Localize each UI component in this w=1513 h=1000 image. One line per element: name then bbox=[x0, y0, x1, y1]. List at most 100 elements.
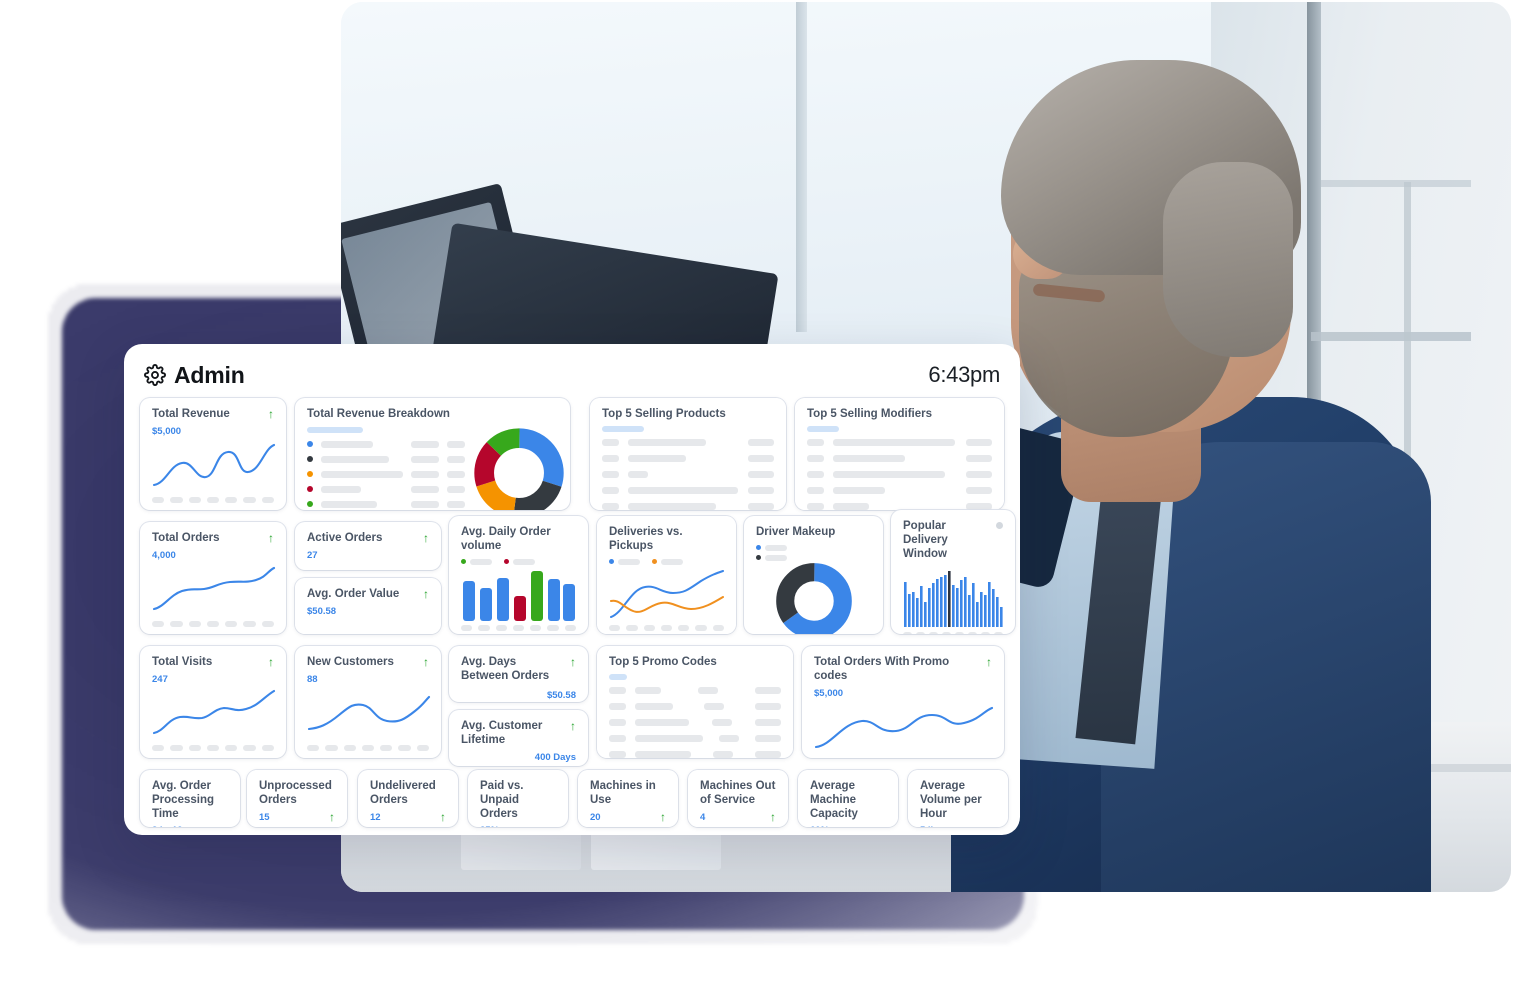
trend-up-icon: ↑ bbox=[880, 824, 886, 827]
card-avg-order-value[interactable]: Avg. Order Value ↑ $50.58 bbox=[295, 578, 441, 634]
card-title: Avg. Order Processing Time bbox=[152, 780, 214, 820]
subtitle-placeholder bbox=[602, 425, 644, 432]
list-item bbox=[807, 438, 992, 446]
card-value: 4 bbox=[700, 811, 706, 823]
card-unprocessed-orders[interactable]: Unprocessed Orders 15 ↑ bbox=[247, 770, 347, 827]
card-title: Driver Makeup bbox=[756, 526, 836, 538]
list-item bbox=[609, 734, 781, 742]
list-item bbox=[602, 438, 774, 446]
list-item bbox=[602, 454, 774, 462]
card-value: 60% bbox=[810, 825, 829, 827]
clock-label: 6:43pm bbox=[928, 362, 1000, 387]
card-machines-out-of-service[interactable]: Machines Out of Service 4 ↑ bbox=[688, 770, 788, 827]
card-active-orders[interactable]: Active Orders ↑ 27 bbox=[295, 522, 441, 570]
popular-delivery-window-histogram bbox=[904, 571, 1003, 628]
chart-legend bbox=[609, 558, 724, 565]
card-title: Popular Delivery Window bbox=[903, 520, 948, 560]
card-top-selling-products[interactable]: Top 5 Selling Products bbox=[590, 398, 786, 510]
chart-legend bbox=[756, 544, 871, 561]
card-avg-order-processing-time[interactable]: Avg. Order Processing Time 3 hr 19m ↑ bbox=[140, 770, 240, 827]
card-popular-delivery-window[interactable]: Popular Delivery Window bbox=[891, 510, 1015, 634]
photo-window-post bbox=[796, 2, 807, 332]
card-value: 3 hr 19m bbox=[152, 825, 191, 827]
card-undelivered-orders[interactable]: Undelivered Orders 12 ↑ bbox=[358, 770, 458, 827]
card-title: Avg. Order Value bbox=[307, 588, 400, 600]
card-title: Undelivered Orders bbox=[370, 780, 436, 806]
breakdown-legend-list bbox=[307, 440, 465, 510]
card-title: Total Visits bbox=[152, 656, 213, 668]
card-paid-vs-unpaid-orders[interactable]: Paid vs. Unpaid Orders 25% ↑ bbox=[468, 770, 568, 827]
list-item bbox=[609, 702, 781, 710]
card-value: 4,000 bbox=[152, 549, 176, 561]
card-title: Avg. Days Between Orders bbox=[461, 656, 550, 682]
card-driver-makeup[interactable]: Driver Makeup bbox=[744, 516, 883, 634]
list-item bbox=[602, 486, 774, 494]
new-customers-sparkline bbox=[307, 695, 431, 730]
card-value: 25% bbox=[480, 825, 499, 827]
card-total-orders-with-promo-codes[interactable]: Total Orders With Promo codes ↑ $5,000 bbox=[802, 646, 1004, 758]
trend-up-icon: ↑ bbox=[440, 809, 446, 824]
trend-up-icon: ↑ bbox=[423, 587, 429, 601]
list-item bbox=[807, 502, 992, 510]
legend-item bbox=[756, 544, 787, 551]
card-total-revenue-breakdown[interactable]: Total Revenue Breakdown bbox=[295, 398, 570, 510]
list-item bbox=[807, 486, 992, 494]
chart-axis-placeholder bbox=[609, 624, 724, 631]
more-options-icon[interactable] bbox=[996, 522, 1003, 529]
chart-axis-placeholder bbox=[903, 632, 1003, 634]
brand: Admin bbox=[144, 362, 245, 389]
card-title: Top 5 Promo Codes bbox=[609, 656, 717, 668]
card-value: 27 bbox=[307, 549, 318, 561]
card-total-revenue[interactable]: Total Revenue ↑ $5,000 bbox=[140, 398, 286, 510]
total-visits-sparkline bbox=[152, 689, 276, 734]
card-top-selling-modifiers[interactable]: Top 5 Selling Modifiers bbox=[795, 398, 1004, 510]
card-title: Machines in Use bbox=[590, 780, 656, 806]
card-title: New Customers bbox=[307, 656, 394, 668]
card-title: Total Revenue Breakdown bbox=[307, 408, 450, 420]
revenue-breakdown-donut bbox=[474, 428, 564, 510]
chart-axis-placeholder bbox=[152, 620, 274, 627]
card-avg-customer-lifetime[interactable]: Avg. Customer Lifetime ↑ 400 Days bbox=[449, 710, 588, 766]
card-avg-daily-order-volume[interactable]: Avg. Daily Order volume bbox=[449, 516, 588, 634]
card-machines-in-use[interactable]: Machines in Use 20 ↑ bbox=[578, 770, 678, 827]
list-item bbox=[307, 440, 465, 448]
card-total-visits[interactable]: Total Visits ↑ 247 bbox=[140, 646, 286, 758]
gear-icon bbox=[144, 364, 166, 386]
dashboard-header: Admin 6:43pm bbox=[140, 358, 1004, 392]
trend-up-icon: ↑ bbox=[550, 824, 556, 827]
admin-dashboard-panel: Admin 6:43pm Total Revenue ↑ $5,000 Tota… bbox=[124, 344, 1020, 835]
card-title: Total Revenue bbox=[152, 408, 230, 420]
trend-up-icon: ↑ bbox=[268, 531, 274, 545]
chart-axis-placeholder bbox=[307, 744, 429, 751]
card-value: $5,000 bbox=[814, 687, 844, 699]
card-average-machine-capacity[interactable]: Average Machine Capacity 60% ↑ bbox=[798, 770, 898, 827]
list-item bbox=[602, 502, 774, 510]
card-title: Top 5 Selling Modifiers bbox=[807, 408, 933, 420]
list-item bbox=[307, 500, 465, 508]
deliveries-vs-pickups-lines bbox=[610, 569, 724, 618]
trend-up-icon: ↑ bbox=[770, 809, 776, 824]
total-orders-sparkline bbox=[152, 566, 276, 610]
trend-up-icon: ↑ bbox=[222, 824, 228, 827]
photo-person-hair-side bbox=[1163, 162, 1293, 357]
card-total-orders[interactable]: Total Orders ↑ 4,000 bbox=[140, 522, 286, 634]
trend-up-icon: ↑ bbox=[570, 719, 576, 733]
list-item bbox=[609, 750, 781, 758]
avg-daily-order-volume-bars bbox=[463, 570, 575, 621]
card-title: Avg. Customer Lifetime bbox=[461, 720, 543, 746]
total-orders-promo-sparkline bbox=[814, 706, 994, 748]
card-title: Active Orders bbox=[307, 532, 383, 544]
card-title: Deliveries vs. Pickups bbox=[609, 526, 683, 552]
trend-up-icon: ↑ bbox=[423, 655, 429, 669]
card-average-volume-per-hour[interactable]: Average Volume per Hour 5 lbs ↑ bbox=[908, 770, 1008, 827]
trend-up-icon: ↑ bbox=[990, 824, 996, 827]
card-top-promo-codes[interactable]: Top 5 Promo Codes bbox=[597, 646, 793, 758]
card-value: 88 bbox=[307, 673, 318, 685]
list-item bbox=[307, 485, 465, 493]
card-avg-days-between-orders[interactable]: Avg. Days Between Orders ↑ $50.58 bbox=[449, 646, 588, 702]
card-title: Paid vs. Unpaid Orders bbox=[480, 780, 524, 820]
trend-up-icon: ↑ bbox=[660, 809, 666, 824]
card-new-customers[interactable]: New Customers ↑ 88 bbox=[295, 646, 441, 758]
list-item bbox=[807, 470, 992, 478]
card-deliveries-vs-pickups[interactable]: Deliveries vs. Pickups bbox=[597, 516, 736, 634]
